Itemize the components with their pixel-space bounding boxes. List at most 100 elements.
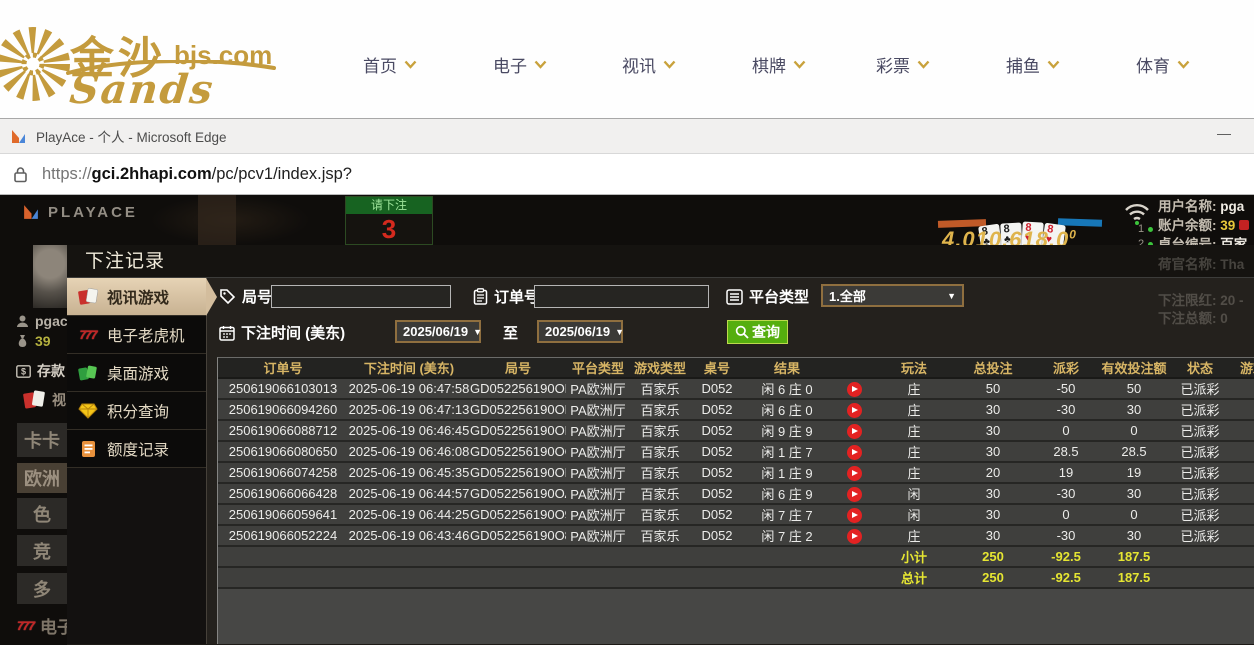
round-id-label: 局号: [219, 286, 272, 307]
table-row: 250619066074258 2025-06-19 06:45:35 GD05…: [218, 462, 1254, 483]
play-video-icon[interactable]: [847, 403, 862, 418]
site-header: 金沙 bjs.com Sands 首页 电子 视讯 棋牌 彩票 捕鱼: [0, 0, 1254, 118]
url-path: /pc/pcv1/index.jsp?: [212, 165, 352, 183]
balance-value: 39: [1220, 218, 1235, 233]
order-id-label: 订单号: [473, 286, 539, 307]
date-to-picker[interactable]: 2025/06/19 ▼: [537, 320, 623, 343]
table-row: 250619066059641 2025-06-19 06:44:25 GD05…: [218, 504, 1254, 525]
cards-icon: [22, 389, 46, 411]
status-badge: 已派彩: [1172, 525, 1228, 546]
bg-menu-stub[interactable]: 多: [17, 573, 67, 604]
bg-video-tab[interactable]: 视: [22, 389, 66, 411]
round-id-input[interactable]: [271, 285, 451, 308]
search-button[interactable]: 查询: [727, 320, 788, 344]
play-video-icon[interactable]: [847, 466, 862, 481]
bg-username: pgac: [16, 313, 68, 329]
avatar: [33, 245, 67, 308]
bet-records-modal: 下注记录 视讯游戏 777 电子老虎机: [67, 245, 1254, 645]
play-video-icon[interactable]: [847, 487, 862, 502]
caret-down-icon: ▼: [468, 327, 482, 337]
subtotal-label: 小计: [878, 546, 950, 567]
subtotal-row: 小计 250 -92.5 187.5: [218, 546, 1254, 567]
nav-sports[interactable]: 体育: [1136, 50, 1190, 78]
table-row: 250619066103013 2025-06-19 06:47:58 GD05…: [218, 378, 1254, 399]
playace-favicon-icon: [10, 128, 27, 145]
table-row: 250619066052224 2025-06-19 06:43:46 GD05…: [218, 525, 1254, 546]
countdown-value: 3: [346, 214, 432, 244]
lock-icon[interactable]: [13, 166, 28, 183]
order-id-input[interactable]: [534, 285, 709, 308]
chevron-down-icon: [917, 60, 930, 69]
play-video-icon[interactable]: [847, 382, 862, 397]
nav-home[interactable]: 首页: [363, 50, 417, 78]
nav-cards[interactable]: 棋牌: [752, 50, 806, 78]
sidebar-item-live-games[interactable]: 视讯游戏: [67, 278, 206, 316]
chevron-down-icon: [793, 60, 806, 69]
chevron-down-icon: [1177, 60, 1190, 69]
bg-pillar: [198, 195, 236, 245]
deposit-button[interactable]: $ 存款: [16, 361, 65, 381]
to-label: 至: [503, 322, 518, 343]
table-games-icon: [77, 364, 99, 382]
platform-type-label: 平台类型: [726, 286, 809, 307]
playace-logo-icon: [22, 203, 40, 221]
edge-titlebar: PlayAce - 个人 - Microsoft Edge —: [0, 118, 1254, 154]
url-field[interactable]: https://gci.2hhapi.com/pc/pcv1/index.jsp…: [42, 165, 352, 184]
table-row: 250619066066428 2025-06-19 06:44:57 GD05…: [218, 483, 1254, 504]
sands-logo[interactable]: 金沙 bjs.com Sands: [0, 0, 300, 118]
nav-fishing[interactable]: 捕鱼: [1006, 50, 1060, 78]
bg-glow: [150, 195, 310, 245]
bg-menu-stub[interactable]: 卡卡: [17, 423, 67, 457]
dollar-icon: $: [16, 365, 31, 378]
tag-icon: [219, 288, 236, 305]
sidebar-item-points[interactable]: 积分查询: [67, 392, 206, 430]
bet-prompt-label: 请下注: [346, 197, 432, 214]
status-badge: 已派彩: [1172, 399, 1228, 420]
status-badge: 已派彩: [1172, 462, 1228, 483]
window-title: PlayAce - 个人 - Microsoft Edge: [36, 126, 227, 146]
bg-menu-stub[interactable]: 竞: [17, 535, 67, 566]
sidebar-item-table-games[interactable]: 桌面游戏: [67, 354, 206, 392]
total-row: 总计 250 -92.5 187.5: [218, 567, 1254, 588]
play-video-icon[interactable]: [847, 445, 862, 460]
table-row: 250619066094260 2025-06-19 06:47:13 GD05…: [218, 399, 1254, 420]
nav-live[interactable]: 视讯: [622, 50, 676, 78]
sidebar-item-quota-records[interactable]: 额度记录: [67, 430, 206, 468]
bg-balance: 39: [16, 333, 51, 349]
document-icon: [77, 440, 99, 458]
chevron-down-icon: [404, 60, 417, 69]
caret-down-icon: ▼: [610, 327, 624, 337]
nav-slots[interactable]: 电子: [493, 50, 547, 78]
sidebar-item-slots[interactable]: 777 电子老虎机: [67, 316, 206, 354]
nav-lottery[interactable]: 彩票: [876, 50, 930, 78]
chevron-down-icon: [1047, 60, 1060, 69]
play-video-icon[interactable]: [847, 424, 862, 439]
username-value: pga: [1220, 199, 1244, 214]
bg-slots-tab[interactable]: 777 电子: [17, 613, 74, 638]
green-dot-icon: [1148, 227, 1153, 232]
edge-urlbar[interactable]: https://gci.2hhapi.com/pc/pcv1/index.jsp…: [0, 154, 1254, 195]
road-marker: 1: [1138, 223, 1153, 235]
status-badge: 已派彩: [1172, 483, 1228, 504]
bet-time-label: 下注时间 (美东): [219, 322, 345, 343]
slots-777-icon: 777: [17, 619, 34, 633]
status-badge: 已派彩: [1172, 441, 1228, 462]
status-badge: 已派彩: [1172, 504, 1228, 525]
platform-type-select[interactable]: 1.全部 ▼: [821, 284, 964, 307]
bg-menu-stub-selected[interactable]: 欧洲: [17, 463, 67, 493]
play-video-icon[interactable]: [847, 508, 862, 523]
play-video-icon[interactable]: [847, 529, 862, 544]
playace-brand: PLAYACE: [22, 203, 138, 221]
chevron-down-icon: [663, 60, 676, 69]
minimize-button[interactable]: —: [1210, 125, 1238, 147]
table-header-row: 订单号 下注时间 (美东) 局号 平台类型 游戏类型 桌号 结果 玩法 总投注: [218, 358, 1254, 378]
date-from-picker[interactable]: 2025/06/19 ▼: [395, 320, 481, 343]
status-badge: 已派彩: [1172, 420, 1228, 441]
slots-777-icon: 777: [77, 328, 99, 342]
bg-menu-stub[interactable]: 色: [17, 498, 67, 529]
bet-prompt-panel: 请下注 3: [345, 196, 433, 245]
modal-title: 下注记录: [67, 245, 1254, 278]
game-area: PLAYACE 请下注 3 8♣ 8♣ 8♥ 8♥ 4,010,618.00 1…: [0, 195, 1254, 645]
logo-script: Sands: [68, 66, 217, 113]
table-row: 250619066088712 2025-06-19 06:46:45 GD05…: [218, 420, 1254, 441]
